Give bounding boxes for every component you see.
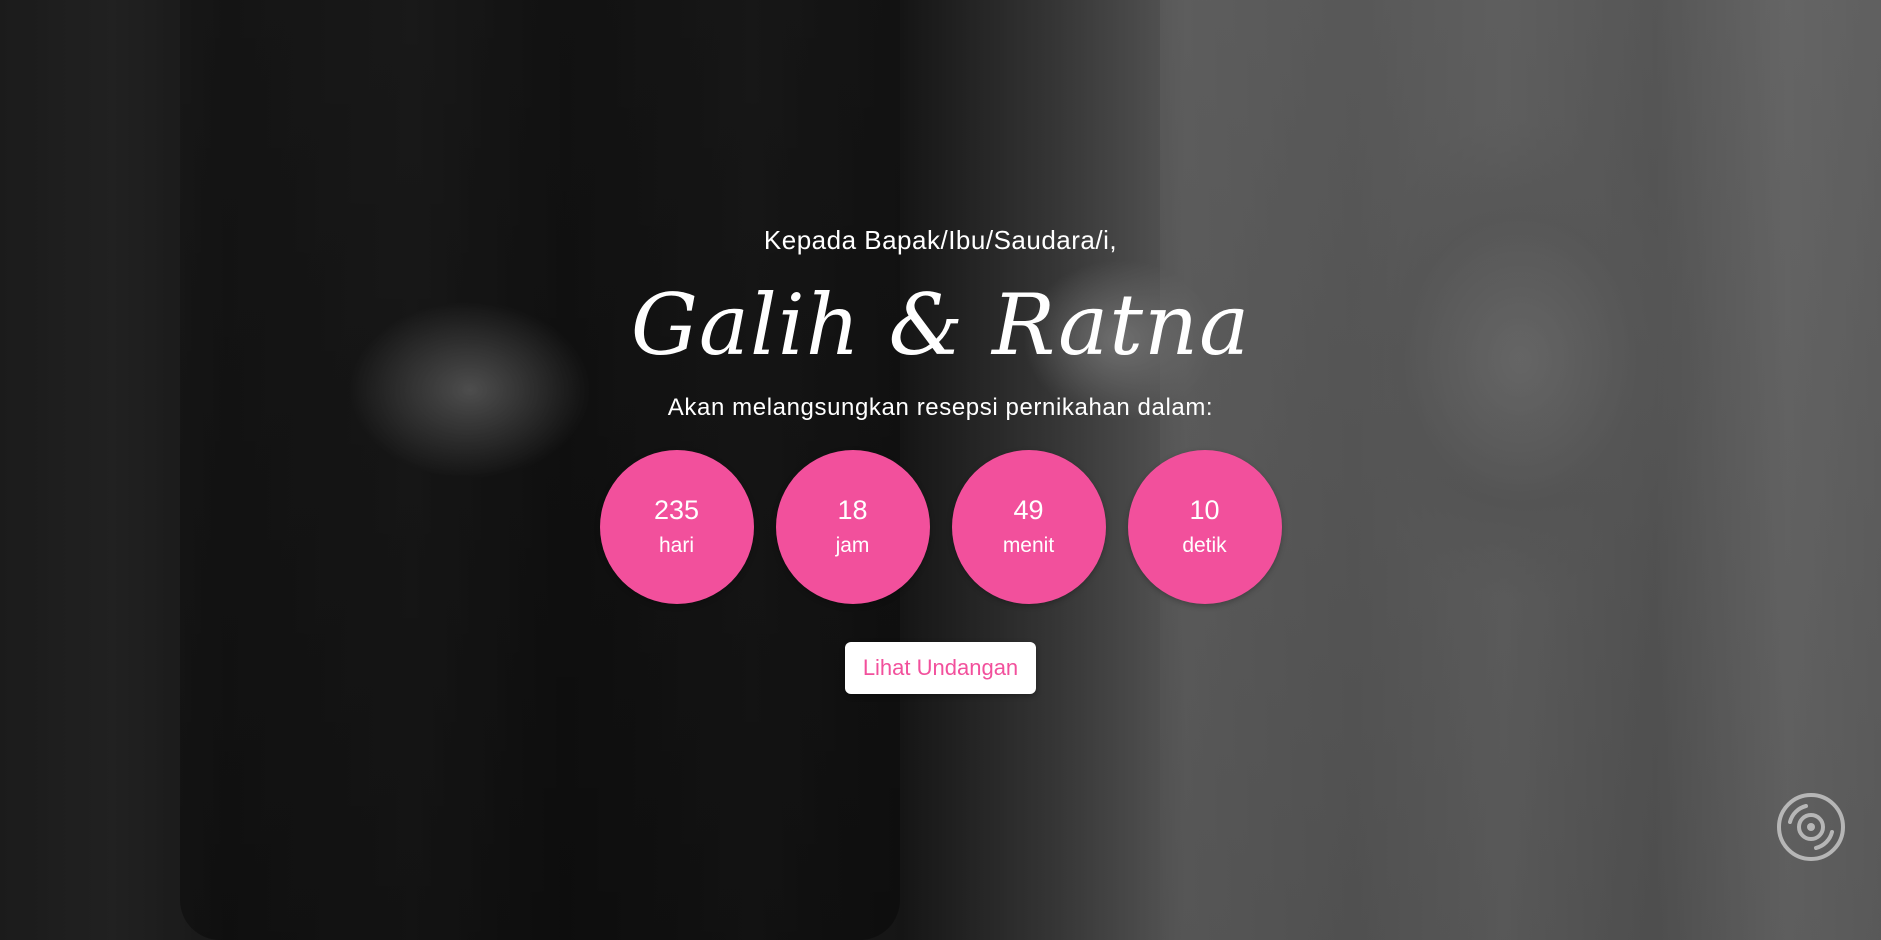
music-toggle-button[interactable] [1776,792,1846,862]
countdown-timer: 235 hari 18 jam 49 menit 10 detik [0,450,1881,604]
music-disc-icon [1777,793,1845,861]
countdown-value: 49 [1013,495,1044,525]
countdown-value: 10 [1189,495,1220,525]
hero-section: Kepada Bapak/Ibu/Saudara/i, Galih & Ratn… [0,0,1881,940]
countdown-seconds: 10 detik [1127,450,1282,604]
hero-content: Kepada Bapak/Ibu/Saudara/i, Galih & Ratn… [0,220,1881,694]
view-invitation-button[interactable]: Lihat Undangan [844,642,1037,694]
countdown-unit: menit [1002,534,1055,557]
countdown-unit: jam [835,534,870,557]
greeting-text: Kepada Bapak/Ibu/Saudara/i, [763,225,1118,255]
countdown-days: 235 hari [599,450,754,604]
countdown-intro: Akan melangsungkan resepsi pernikahan da… [667,394,1214,421]
countdown-hours: 18 jam [775,450,930,604]
countdown-value: 18 [837,495,868,525]
countdown-unit: hari [658,534,695,557]
countdown-minutes: 49 menit [951,450,1106,604]
countdown-value: 235 [653,495,700,525]
couple-names: Galih & Ratna [630,276,1251,374]
countdown-unit: detik [1182,534,1227,557]
